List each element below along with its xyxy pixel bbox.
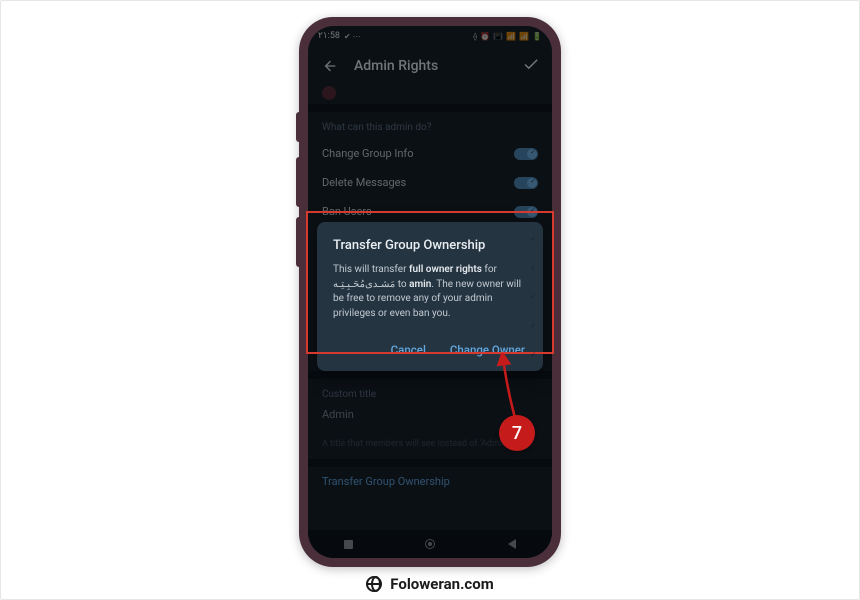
dialog-body: This will transfer full owner rights for… (333, 263, 527, 321)
phone-frame: ۲۱:58 ✔ ⋯ ⟠ ⏰ 📳 📶 📶 🔋 (299, 17, 561, 567)
dialog-actions: Cancel Change Owner (333, 339, 527, 361)
footer: Foloweran.com (1, 575, 859, 593)
step-badge: 7 (499, 415, 535, 451)
phone-side-button (296, 217, 299, 267)
dialog-title: Transfer Group Ownership (333, 238, 527, 253)
globe-icon (366, 576, 382, 592)
phone-side-button (296, 112, 299, 142)
phone-body: ۲۱:58 ✔ ⋯ ⟠ ⏰ 📳 📶 📶 🔋 (299, 17, 561, 567)
canvas: ۲۱:58 ✔ ⋯ ⟠ ⏰ 📳 📶 📶 🔋 (0, 0, 860, 600)
phone-side-button (296, 157, 299, 207)
screen: ۲۱:58 ✔ ⋯ ⟠ ⏰ 📳 📶 📶 🔋 (308, 26, 552, 558)
step-number: 7 (512, 423, 522, 444)
footer-text: Foloweran.com (390, 575, 493, 593)
transfer-ownership-dialog: Transfer Group Ownership This will trans… (317, 222, 543, 371)
change-owner-button[interactable]: Change Owner (448, 339, 527, 361)
cancel-button[interactable]: Cancel (389, 339, 428, 361)
